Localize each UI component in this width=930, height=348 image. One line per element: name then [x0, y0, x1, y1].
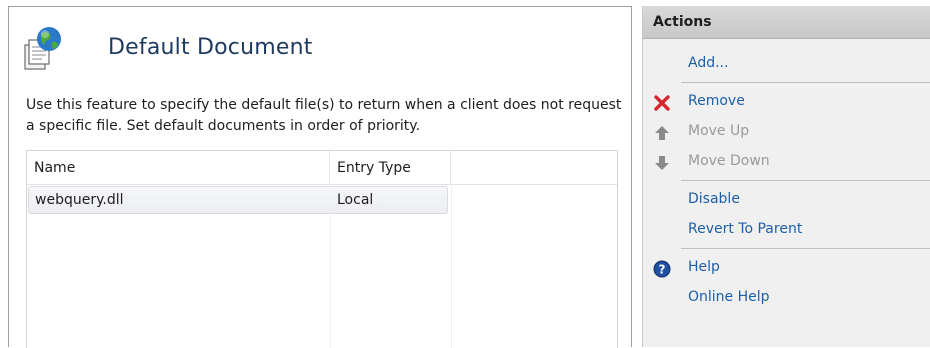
- arrow-down-icon: [653, 154, 671, 172]
- action-help[interactable]: ? Help: [643, 256, 930, 282]
- feature-pane: Default Document Use this feature to spe…: [8, 6, 632, 348]
- action-remove[interactable]: Remove: [643, 90, 930, 116]
- page-title: Default Document: [108, 35, 313, 60]
- action-revert-to-parent[interactable]: Revert To Parent: [643, 218, 930, 244]
- action-disable[interactable]: Disable: [643, 188, 930, 214]
- divider: [681, 180, 930, 181]
- action-disable-label[interactable]: Disable: [688, 191, 740, 207]
- action-online-help-label[interactable]: Online Help: [688, 289, 770, 305]
- divider: [681, 82, 930, 83]
- action-move-up-label[interactable]: Move Up: [688, 123, 749, 139]
- default-document-list[interactable]: Name Entry Type webquery.dll Local: [26, 150, 618, 348]
- action-remove-label[interactable]: Remove: [688, 93, 745, 109]
- remove-icon: [653, 94, 671, 112]
- list-header: Name Entry Type: [27, 151, 617, 185]
- default-document-icon: [23, 25, 63, 71]
- column-header-entry-type[interactable]: Entry Type: [330, 151, 451, 184]
- actions-pane: Actions Add... Remove Move Up Move Down …: [642, 6, 930, 347]
- cell-entry-type: Local: [337, 192, 374, 208]
- action-move-down[interactable]: Move Down: [643, 150, 930, 176]
- column-header-name[interactable]: Name: [27, 151, 330, 184]
- arrow-up-icon: [653, 124, 671, 142]
- cell-name: webquery.dll: [35, 192, 124, 208]
- svg-text:?: ?: [659, 263, 666, 277]
- table-row[interactable]: webquery.dll Local: [28, 186, 448, 214]
- divider: [681, 248, 930, 249]
- action-add-label[interactable]: Add...: [688, 55, 728, 71]
- actions-header: Actions: [643, 6, 930, 39]
- action-revert-to-parent-label[interactable]: Revert To Parent: [688, 221, 802, 237]
- action-online-help[interactable]: Online Help: [643, 286, 930, 312]
- help-icon: ?: [653, 260, 671, 278]
- action-add[interactable]: Add...: [643, 52, 930, 78]
- action-move-up[interactable]: Move Up: [643, 120, 930, 146]
- feature-description: Use this feature to specify the default …: [26, 97, 622, 134]
- action-help-label[interactable]: Help: [688, 259, 720, 275]
- column-header-filler: [451, 151, 617, 184]
- action-move-down-label[interactable]: Move Down: [688, 153, 770, 169]
